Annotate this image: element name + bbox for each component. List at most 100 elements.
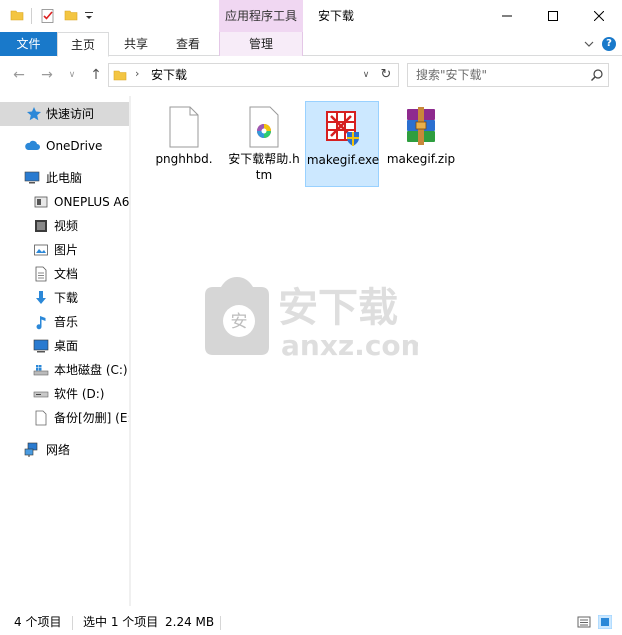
file-item[interactable]: 安下载帮助.htm (227, 101, 301, 187)
nav-downloads[interactable]: 下载 (0, 286, 129, 310)
customize-toolbar-icon[interactable] (84, 10, 94, 22)
properties-icon[interactable] (40, 8, 56, 24)
folder-icon (113, 70, 127, 81)
computer-icon (24, 171, 40, 184)
nav-label: 下载 (54, 291, 79, 305)
minimize-icon (502, 15, 512, 17)
phone-icon (34, 196, 48, 208)
nav-videos[interactable]: 视频 (0, 214, 129, 238)
pictures-icon (34, 244, 48, 256)
search-icon (591, 69, 603, 81)
nav-quick-access[interactable]: 快速访问 (0, 102, 129, 126)
blank-file-icon (169, 106, 199, 148)
music-note-icon (36, 316, 46, 330)
selection-size: 2.24 MB (165, 615, 215, 629)
blank-file-icon (35, 410, 47, 426)
nav-label: 图片 (54, 243, 79, 257)
document-icon (35, 266, 47, 282)
close-button[interactable] (576, 0, 622, 32)
address-bar[interactable]: › 安下载 ∨ ↻ (108, 63, 399, 87)
back-button[interactable]: ← (11, 67, 27, 83)
maximize-icon (548, 11, 558, 21)
folder-icon (10, 10, 24, 21)
forward-button[interactable]: → (39, 67, 55, 83)
nav-music[interactable]: 音乐 (0, 310, 129, 334)
file-name: pnghhbd. (155, 152, 213, 166)
file-name: makegif.exe (306, 153, 380, 167)
details-view-icon[interactable] (577, 615, 591, 629)
close-icon (594, 11, 604, 21)
search-placeholder: 搜索"安下载" (416, 68, 488, 82)
nav-label: 快速访问 (46, 107, 95, 121)
nav-label: 文档 (54, 267, 79, 281)
nav-label: ONEPLUS A6 (54, 195, 129, 209)
nav-onedrive[interactable]: OneDrive (0, 134, 129, 158)
context-tab-title: 应用程序工具 (224, 9, 297, 23)
maximize-button[interactable] (530, 0, 576, 32)
large-icons-view-icon[interactable] (598, 615, 612, 629)
nav-label: 此电脑 (46, 171, 83, 185)
zip-archive-icon (407, 107, 435, 145)
arrow-right-icon: → (41, 67, 53, 83)
tab-home[interactable]: 主页 (57, 32, 109, 57)
tab-file[interactable]: 文件 (0, 32, 57, 56)
nav-network[interactable]: 网络 (0, 438, 129, 462)
nav-label: 视频 (54, 219, 79, 233)
selection-count: 选中 1 个项目 (83, 615, 159, 629)
cloud-icon (25, 140, 40, 150)
refresh-icon[interactable]: ↻ (377, 66, 395, 84)
nav-pictures[interactable]: 图片 (0, 238, 129, 262)
nav-label: 软件 (D:) (54, 387, 105, 401)
nav-label: 备份[勿删] (E: (54, 411, 129, 425)
exe-app-icon (326, 111, 359, 146)
nav-device-oneplus[interactable]: ONEPLUS A6 (0, 190, 129, 214)
divider (72, 616, 73, 630)
up-button[interactable]: ↑ (88, 67, 104, 83)
network-icon (24, 442, 38, 457)
watermark-logo: 安 安下载 anxz.com (205, 277, 418, 360)
status-bar: 4 个项目 选中 1 个项目 2.24 MB (0, 610, 622, 635)
window-title: 安下载 (318, 9, 355, 23)
chevron-right-icon[interactable]: › (135, 67, 139, 80)
nav-documents[interactable]: 文档 (0, 262, 129, 286)
watermark-cn-text: 安下载 (278, 285, 398, 331)
navigation-pane: 快速访问 OneDrive 此电脑 ONEPLUS A6 视频 图片 文档 下载… (0, 96, 131, 606)
item-count: 4 个项目 (14, 615, 62, 629)
star-icon (27, 107, 41, 121)
new-folder-icon[interactable] (64, 8, 78, 22)
ribbon-tabs: 文件 主页 共享 查看 管理 (0, 32, 622, 57)
divider (220, 616, 221, 630)
help-icon[interactable]: ? (602, 37, 616, 51)
arrow-left-icon: ← (13, 67, 25, 83)
nav-drive-c[interactable]: 本地磁盘 (C:) (0, 358, 129, 382)
watermark-en-text: anxz.com (281, 329, 418, 360)
file-item[interactable]: pnghhbd. (147, 101, 221, 187)
nav-label: 音乐 (54, 315, 79, 329)
nav-drive-d[interactable]: 软件 (D:) (0, 382, 129, 406)
tab-view[interactable]: 查看 (162, 32, 214, 56)
file-name: 安下载帮助.htm (228, 152, 300, 182)
arrow-up-icon: ↑ (90, 67, 102, 83)
file-item[interactable]: makegif.exe (305, 101, 379, 187)
desktop-icon (33, 339, 49, 353)
file-name: makegif.zip (386, 152, 456, 166)
expand-ribbon-icon[interactable] (583, 38, 595, 50)
search-input[interactable]: 搜索"安下载" (407, 63, 609, 87)
htm-file-icon (249, 106, 279, 148)
breadcrumb[interactable]: 安下载 (151, 64, 187, 86)
nav-drive-e[interactable]: 备份[勿删] (E: (0, 406, 129, 430)
nav-this-pc[interactable]: 此电脑 (0, 166, 129, 190)
chevron-down-icon: ∨ (68, 70, 76, 80)
tab-manage[interactable]: 管理 (219, 32, 303, 56)
recent-locations-button[interactable]: ∨ (64, 67, 80, 83)
file-item[interactable]: makegif.zip (384, 101, 458, 187)
address-history-button[interactable]: ∨ (358, 66, 374, 84)
nav-label: 本地磁盘 (C:) (54, 363, 128, 377)
minimize-button[interactable] (484, 0, 530, 32)
download-arrow-icon (36, 291, 46, 304)
tab-share[interactable]: 共享 (110, 32, 162, 56)
video-icon (35, 220, 47, 232)
divider (31, 8, 32, 24)
nav-desktop[interactable]: 桌面 (0, 334, 129, 358)
watermark-badge-text: 安 (231, 312, 248, 332)
